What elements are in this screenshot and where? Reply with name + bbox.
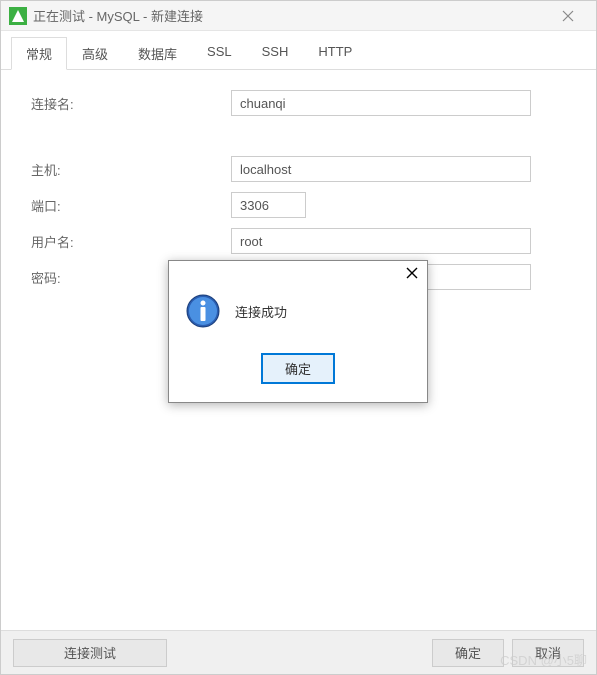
tab-database[interactable]: 数据库: [123, 37, 192, 70]
modal-message: 连接成功: [235, 302, 287, 321]
titlebar: 正在测试 - MySQL - 新建连接: [1, 1, 596, 31]
row-host: 主机:: [31, 156, 566, 182]
modal-header: [169, 261, 427, 289]
label-port: 端口:: [31, 196, 231, 215]
dialog-footer: 连接测试 确定 取消: [1, 630, 596, 674]
modal-footer: 确定: [169, 345, 427, 402]
row-connection-name: 连接名:: [31, 90, 566, 116]
close-icon[interactable]: [548, 1, 588, 30]
tab-general[interactable]: 常规: [11, 37, 67, 70]
info-icon: [185, 293, 221, 329]
input-username[interactable]: [231, 228, 531, 254]
app-icon: [9, 7, 27, 25]
input-host[interactable]: [231, 156, 531, 182]
modal-ok-button[interactable]: 确定: [261, 353, 335, 384]
input-connection-name[interactable]: [231, 90, 531, 116]
row-username: 用户名:: [31, 228, 566, 254]
input-port[interactable]: [231, 192, 306, 218]
modal-body: 连接成功: [169, 289, 427, 345]
message-dialog: 连接成功 确定: [168, 260, 428, 403]
test-connection-button[interactable]: 连接测试: [13, 639, 167, 667]
tab-advanced[interactable]: 高级: [67, 37, 123, 70]
label-connection-name: 连接名:: [31, 94, 231, 113]
row-port: 端口:: [31, 192, 566, 218]
label-host: 主机:: [31, 160, 231, 179]
window-title: 正在测试 - MySQL - 新建连接: [33, 6, 548, 25]
tab-ssh[interactable]: SSH: [247, 37, 304, 70]
tab-bar: 常规 高级 数据库 SSL SSH HTTP: [1, 31, 596, 70]
modal-close-icon[interactable]: [405, 266, 419, 285]
label-username: 用户名:: [31, 232, 231, 251]
ok-button[interactable]: 确定: [432, 639, 504, 667]
cancel-button[interactable]: 取消: [512, 639, 584, 667]
tab-ssl[interactable]: SSL: [192, 37, 247, 70]
tab-http[interactable]: HTTP: [303, 37, 367, 70]
